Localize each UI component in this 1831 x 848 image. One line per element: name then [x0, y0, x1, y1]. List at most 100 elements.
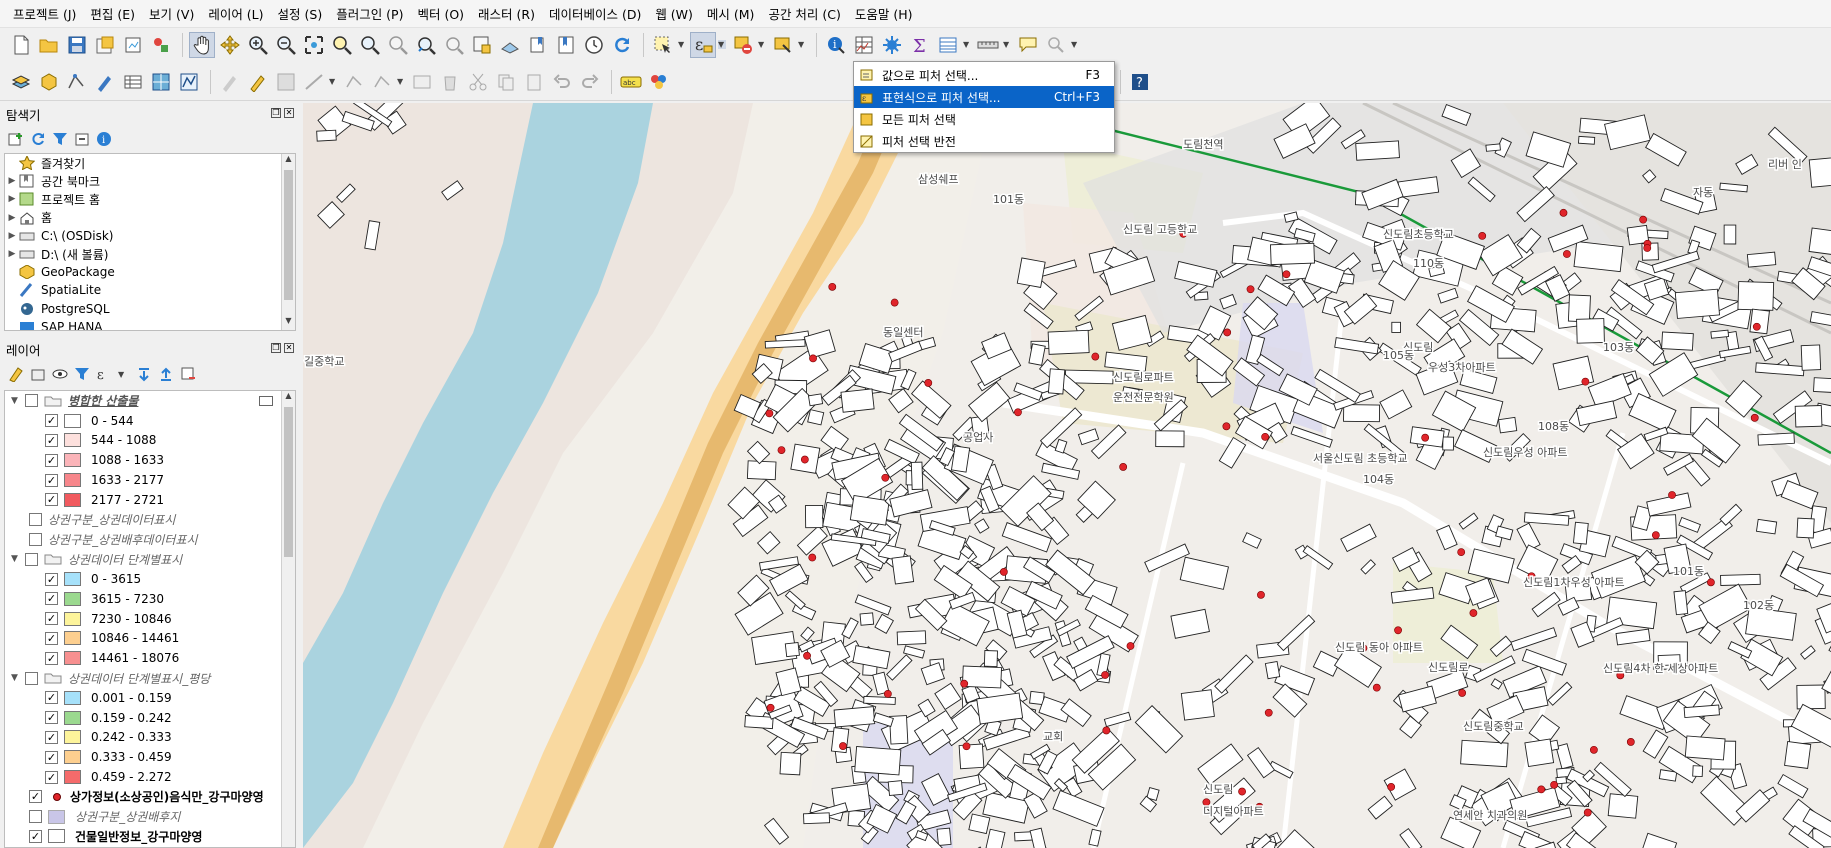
layer-group-row[interactable]: ▼ 상권데이터 단계별표시 — [5, 549, 295, 569]
layer-row[interactable]: 상권구분_상권데이터표시 — [5, 510, 295, 530]
scrollbar-thumb[interactable] — [284, 407, 293, 557]
visibility-checkbox[interactable]: ✓ — [45, 651, 58, 665]
legend-class-row[interactable]: ✓ 10846 - 14461 — [5, 629, 295, 649]
zoom-full-icon[interactable] — [301, 32, 327, 58]
store-point[interactable] — [1119, 463, 1128, 471]
new-temporary-layer-icon[interactable] — [92, 69, 118, 95]
store-point[interactable] — [1563, 250, 1571, 258]
visibility-checkbox[interactable] — [29, 810, 42, 824]
store-point[interactable] — [765, 409, 774, 418]
store-point[interactable] — [1581, 377, 1590, 386]
layer-row[interactable]: 상권구분_상권배후지 — [5, 807, 295, 827]
remove-layer-icon[interactable] — [180, 366, 196, 382]
menu-vector[interactable]: 벡터 (O) — [410, 4, 471, 23]
zoom-next-icon[interactable] — [441, 32, 467, 58]
identify-features-icon[interactable]: i — [823, 32, 849, 58]
store-point[interactable] — [777, 446, 786, 454]
visibility-checkbox[interactable] — [29, 513, 42, 527]
store-point[interactable] — [1668, 491, 1676, 499]
store-point[interactable] — [828, 282, 837, 291]
current-edits-icon[interactable] — [217, 69, 243, 95]
layer-group-row[interactable]: ▼ 병합한 산출물 — [5, 391, 295, 411]
store-point[interactable] — [1626, 738, 1635, 746]
store-point[interactable] — [1559, 208, 1568, 217]
store-point[interactable] — [800, 455, 809, 464]
chevron-down-icon[interactable]: ▼ — [1003, 40, 1011, 49]
manage-visibility-eye-icon[interactable] — [52, 366, 68, 382]
browser-scrollbar[interactable]: ▲ ▼ — [281, 154, 295, 330]
open-project-icon[interactable] — [36, 32, 62, 58]
layers-scrollbar[interactable]: ▲ — [281, 391, 295, 847]
store-point[interactable] — [1014, 408, 1022, 417]
statistics-sigma-icon[interactable]: Σ — [907, 32, 933, 58]
browser-item-spatialite[interactable]: SpatiaLite — [5, 281, 295, 299]
visibility-checkbox[interactable]: ✓ — [45, 750, 58, 764]
chevron-down-icon[interactable]: ▼ — [758, 40, 766, 49]
help-icon[interactable]: ? — [1127, 69, 1153, 95]
store-point[interactable] — [999, 568, 1008, 576]
new-virtual-layer-icon[interactable] — [120, 69, 146, 95]
undo-icon[interactable] — [549, 69, 575, 95]
float-panel-icon[interactable]: ❐ — [271, 343, 281, 353]
expand-arrow-icon[interactable]: ▶ — [5, 249, 19, 259]
new-bookmark-icon[interactable] — [525, 32, 551, 58]
store-point[interactable] — [962, 742, 971, 751]
menu-web[interactable]: 웹 (W) — [648, 4, 700, 23]
store-point[interactable] — [1457, 548, 1466, 557]
legend-class-row[interactable]: ✓ 2177 - 2721 — [5, 490, 295, 510]
move-feature-icon[interactable] — [369, 69, 395, 95]
menu-plugins[interactable]: 플러그인 (P) — [329, 4, 410, 23]
store-point[interactable] — [1261, 432, 1270, 441]
filter-by-expression-icon[interactable]: ε — [96, 366, 112, 383]
store-point[interactable] — [809, 354, 817, 363]
legend-class-row[interactable]: ✓ 7230 - 10846 — [5, 609, 295, 629]
legend-class-row[interactable]: ✓ 0 - 544 — [5, 411, 295, 431]
chevron-down-icon[interactable]: ▼ — [963, 40, 971, 49]
layer-row[interactable]: 상권구분_상권배후데이터표시 — [5, 530, 295, 550]
redo-icon[interactable] — [577, 69, 603, 95]
menu-layer[interactable]: 레이어 (L) — [201, 4, 270, 23]
store-point[interactable] — [1387, 783, 1396, 791]
add-raster-icon[interactable] — [148, 69, 174, 95]
chevron-down-icon[interactable]: ▼ — [718, 40, 726, 49]
visibility-checkbox[interactable]: ✓ — [45, 493, 58, 507]
invert-selection-item[interactable]: 피처 선택 반전 — [854, 130, 1114, 152]
style-layer-icon[interactable] — [8, 366, 24, 383]
new-geopackage-icon[interactable] — [36, 69, 62, 95]
expand-arrow-icon[interactable]: ▶ — [5, 213, 19, 223]
browser-item-favorites[interactable]: 즐겨찾기 — [5, 154, 295, 172]
zoom-to-layer-icon[interactable] — [357, 32, 383, 58]
pan-hand-icon[interactable] — [189, 31, 215, 58]
collapse-all-icon[interactable] — [74, 131, 90, 147]
add-selected-layers-icon[interactable] — [8, 131, 24, 147]
cut-features-icon[interactable] — [465, 69, 491, 95]
visibility-checkbox[interactable] — [25, 552, 38, 566]
store-point[interactable] — [803, 651, 811, 660]
add-group-icon[interactable] — [30, 366, 46, 382]
select-by-expression-item[interactable]: ε 표현식으로 피처 선택... Ctrl+F3 — [854, 86, 1114, 108]
filter-legend-icon[interactable] — [74, 366, 90, 382]
store-point[interactable] — [1257, 590, 1265, 599]
collapse-arrow-icon[interactable]: ▼ — [11, 673, 25, 683]
processing-toolbox-icon[interactable] — [879, 32, 905, 58]
store-point[interactable] — [1458, 689, 1467, 697]
store-point[interactable] — [924, 379, 933, 387]
zoom-native-icon[interactable] — [385, 32, 411, 58]
info-icon[interactable]: i — [96, 131, 112, 147]
scroll-up-arrow-icon[interactable]: ▲ — [282, 154, 295, 168]
close-panel-icon[interactable]: ✕ — [284, 108, 294, 118]
layer-edit-icon[interactable] — [259, 395, 273, 406]
menu-settings[interactable]: 설정 (S) — [271, 4, 330, 23]
scrollbar-thumb[interactable] — [284, 170, 293, 300]
visibility-checkbox[interactable]: ✓ — [45, 730, 58, 744]
visibility-checkbox[interactable]: ✓ — [45, 691, 58, 705]
visibility-checkbox[interactable]: ✓ — [45, 612, 58, 626]
select-all-features-item[interactable]: 모든 피처 선택 — [854, 108, 1114, 130]
chevron-down-icon[interactable]: ▼ — [118, 370, 126, 379]
expand-all-icon[interactable] — [136, 366, 152, 382]
print-layout-icon[interactable] — [120, 32, 146, 58]
save-project-icon[interactable] — [64, 32, 90, 58]
legend-class-row[interactable]: ✓ 3615 - 7230 — [5, 589, 295, 609]
visibility-checkbox[interactable]: ✓ — [45, 414, 58, 428]
attribute-table-icon[interactable] — [851, 32, 877, 58]
